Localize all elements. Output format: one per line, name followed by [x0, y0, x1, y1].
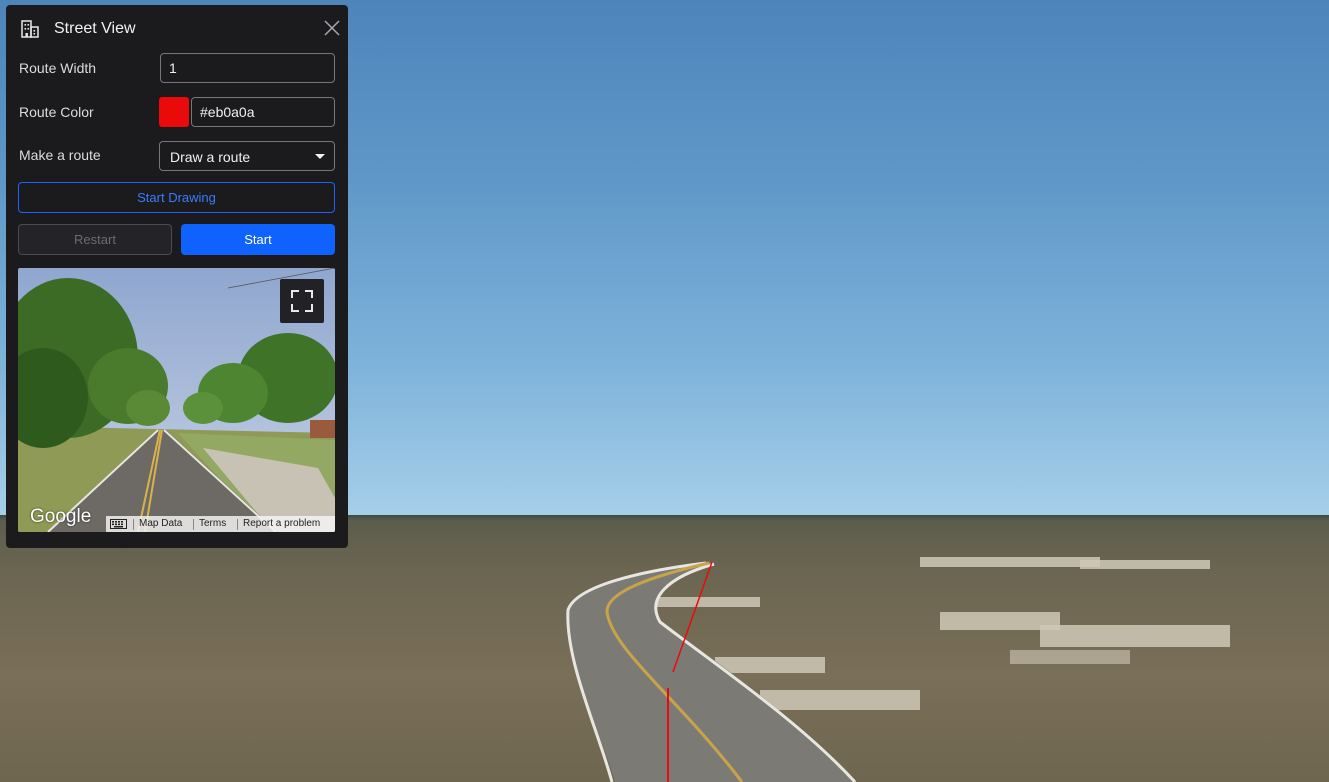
restart-button[interactable]: Restart [18, 224, 172, 255]
route-color-swatch[interactable] [159, 97, 189, 127]
route-width-label: Route Width [19, 60, 97, 76]
street-view-footer: Map Data Terms Report a problem [106, 516, 335, 532]
fullscreen-icon [291, 290, 313, 312]
caret-down-icon [315, 154, 325, 159]
start-drawing-button[interactable]: Start Drawing [18, 182, 335, 213]
google-logo: Google [30, 506, 92, 527]
keyboard-icon[interactable] [110, 519, 127, 529]
panel-title: Street View [54, 20, 136, 37]
start-button[interactable]: Start [181, 224, 335, 255]
close-icon[interactable] [321, 17, 343, 39]
street-view-preview[interactable]: Google Map Data Terms Report a problem [18, 268, 335, 532]
street-view-panel: Street View Route Width Route Color Make… [6, 5, 348, 548]
separator [193, 519, 194, 530]
building-icon [21, 20, 39, 38]
panel-header: Street View [6, 5, 348, 51]
route-width-input[interactable] [160, 53, 335, 83]
separator [237, 519, 238, 530]
route-color-label: Route Color [19, 104, 94, 120]
route-color-input[interactable] [191, 97, 335, 127]
map-data-link[interactable]: Map Data [139, 518, 182, 529]
fullscreen-button[interactable] [280, 279, 324, 323]
route-mode-value: Draw a route [170, 149, 251, 165]
make-route-label: Make a route [19, 147, 101, 163]
separator [133, 519, 134, 530]
route-mode-select[interactable]: Draw a route [159, 141, 335, 171]
report-problem-link[interactable]: Report a problem [243, 518, 320, 529]
terms-link[interactable]: Terms [199, 518, 226, 529]
